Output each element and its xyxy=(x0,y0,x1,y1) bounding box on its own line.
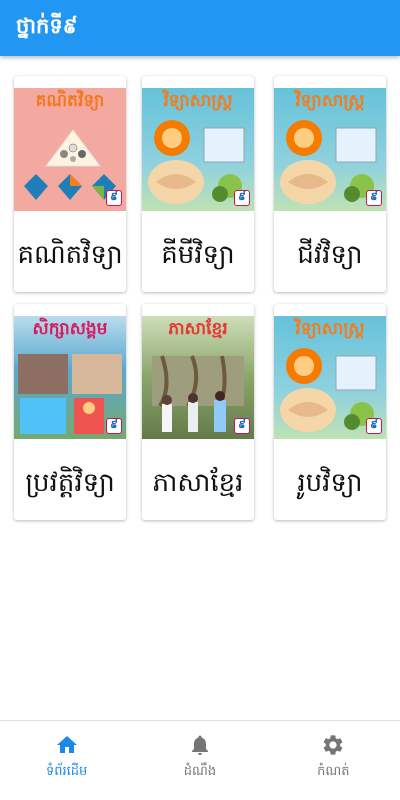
book-title: ជីវវិទ្យា xyxy=(297,240,363,270)
grade-badge: ៩ xyxy=(234,190,250,206)
nav-label: ដំណឹង xyxy=(183,764,217,779)
book-card-biology[interactable]: វិទ្យាសាស្ត្រ ៩ ជីវវិទ្យា xyxy=(274,76,386,292)
grade-badge: ៩ xyxy=(366,190,382,206)
nav-item-notifications[interactable]: ដំណឹង xyxy=(133,721,266,800)
book-cover: វិទ្យាសាស្ត្រ ៩ xyxy=(274,304,386,450)
book-title: ប្រវត្តិវិទ្យា xyxy=(25,468,115,498)
book-card-math[interactable]: គណិតវិទ្យា ៩ គណិតវិទ្យា xyxy=(14,76,126,292)
grade-badge: ៩ xyxy=(106,190,122,206)
cover-title: វិទ្យាសាស្ត្រ xyxy=(163,91,233,111)
math-diagram-illustration xyxy=(45,129,101,167)
book-card-khmer[interactable]: ភាសាខ្មែរ ៩ ភាសាខ្មែរ xyxy=(142,304,254,520)
book-title: ភាសាខ្មែរ xyxy=(152,468,244,498)
book-card-history[interactable]: សិក្សាសង្គម ៩ ប្រវត្តិវិទ្យា xyxy=(14,304,126,520)
book-card-chemistry[interactable]: វិទ្យាសាស្ត្រ ៩ គីមីវិទ្យា xyxy=(142,76,254,292)
tangram-shapes-illustration xyxy=(24,174,116,200)
bottom-navigation: ទំព័រដើម ដំណឹង កំណត់ xyxy=(0,720,400,800)
cover-footer-band xyxy=(274,439,386,450)
cover-header-band xyxy=(274,76,386,88)
book-card-physics[interactable]: វិទ្យាសាស្ត្រ ៩ រូបវិទ្យា xyxy=(274,304,386,520)
cover-title: វិទ្យាសាស្ត្រ xyxy=(295,91,365,111)
nav-label: ទំព័រដើម xyxy=(46,764,88,779)
home-icon xyxy=(56,736,77,753)
gear-icon xyxy=(323,735,343,755)
book-title: រូបវិទ្យា xyxy=(297,468,363,498)
cover-header-band xyxy=(142,76,254,88)
book-cover: វិទ្យាសាស្ត្រ ៩ xyxy=(274,76,386,222)
app-bar: ថ្នាក់ទី៩ xyxy=(0,0,400,56)
book-cover: គណិតវិទ្យា ៩ xyxy=(14,76,126,222)
cover-footer-band xyxy=(274,211,386,222)
grade-badge: ៩ xyxy=(234,418,250,434)
cover-footer-band xyxy=(142,211,254,222)
cover-title: វិទ្យាសាស្ត្រ xyxy=(295,319,365,339)
cover-footer-band xyxy=(14,439,126,450)
book-title: គណិតវិទ្យា xyxy=(17,240,123,270)
bell-icon xyxy=(191,735,208,755)
cover-title: សិក្សាសង្គម xyxy=(32,319,108,339)
nav-label: កំណត់ xyxy=(317,764,350,779)
cover-header-band xyxy=(274,304,386,316)
book-cover: សិក្សាសង្គម ៩ xyxy=(14,304,126,450)
cover-footer-band xyxy=(142,439,254,450)
cover-header-band xyxy=(142,304,254,316)
cover-title: គណិតវិទ្យា xyxy=(35,91,105,111)
book-cover: ភាសាខ្មែរ ៩ xyxy=(142,304,254,450)
cover-title: ភាសាខ្មែរ xyxy=(168,319,228,339)
grade-badge: ៩ xyxy=(106,418,122,434)
book-cover: វិទ្យាសាស្ត្រ ៩ xyxy=(142,76,254,222)
cover-header-band xyxy=(14,304,126,316)
cover-header-band xyxy=(14,76,126,88)
nav-item-home[interactable]: ទំព័រដើម xyxy=(0,721,133,800)
nav-item-settings[interactable]: កំណត់ xyxy=(267,721,400,800)
page-title: ថ្នាក់ទី៩ xyxy=(16,13,78,38)
book-title: គីមីវិទ្យា xyxy=(161,240,235,270)
cover-footer-band xyxy=(14,211,126,222)
grade-badge: ៩ xyxy=(366,418,382,434)
